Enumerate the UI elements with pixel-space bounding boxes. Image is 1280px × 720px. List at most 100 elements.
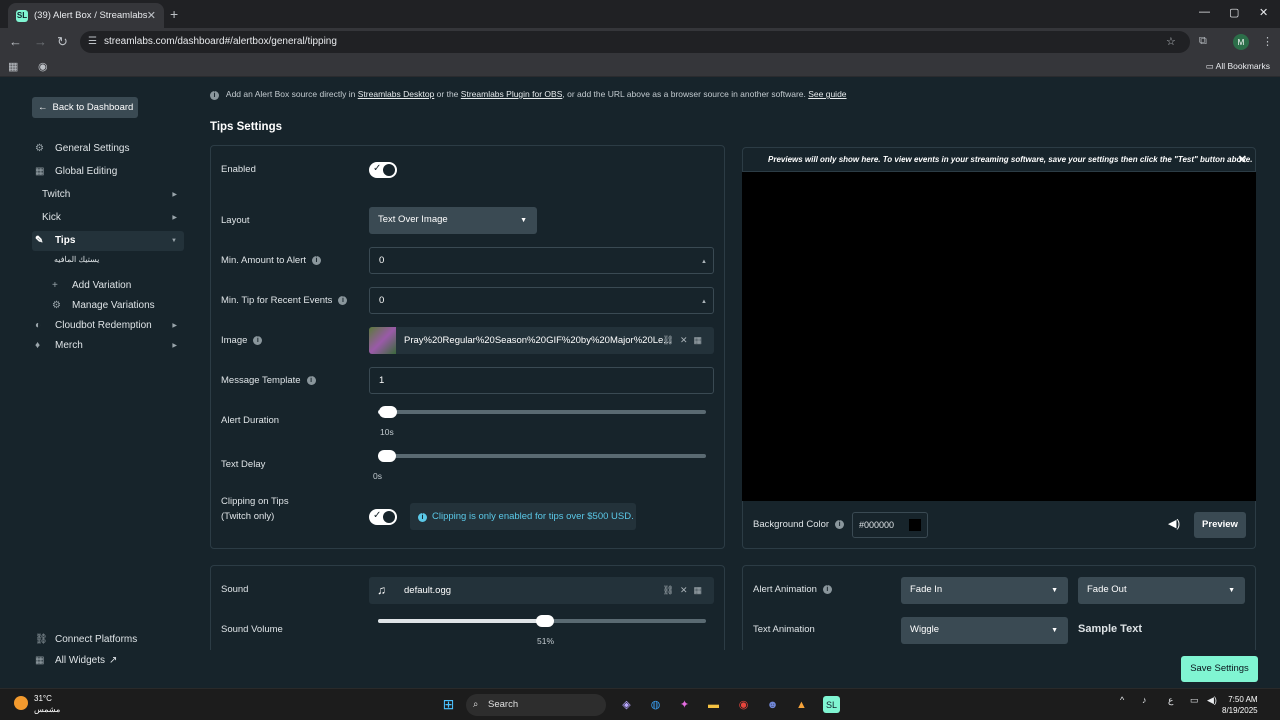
minimize-icon[interactable]: — [1199, 6, 1210, 18]
new-tab-button[interactable]: + [170, 6, 178, 22]
windows-start-icon[interactable]: ⊞ [440, 696, 457, 713]
message-template-input[interactable]: 1 [369, 367, 714, 394]
animation-out-select[interactable]: Fade Out ▼ [1078, 577, 1245, 604]
min-amount-input[interactable]: 0 ▲ [369, 247, 714, 274]
weather-widget[interactable]: 31°C مشمس [12, 693, 60, 715]
slider-thumb[interactable] [378, 406, 397, 418]
info-icon[interactable]: i [835, 520, 845, 529]
sidebar-item-merch[interactable]: ♦ Merch ▶ [35, 340, 183, 351]
sidebar-item-manage-variations[interactable]: ⚙ Manage Variations [52, 300, 200, 311]
info-icon[interactable]: i [312, 256, 322, 265]
back-to-dashboard-button[interactable]: ← Back to Dashboard [32, 97, 138, 118]
streamlabs-desktop-link[interactable]: Streamlabs Desktop [358, 89, 435, 99]
chrome-icon[interactable]: ◉ [735, 696, 752, 713]
edge-icon[interactable]: ◍ [647, 696, 664, 713]
animation-in-select[interactable]: Fade In ▼ [901, 577, 1068, 604]
back-arrow-icon[interactable]: ← [9, 34, 22, 49]
tab-search-icon[interactable]: ⧉ [1199, 35, 1207, 48]
color-swatch[interactable] [909, 519, 921, 531]
save-settings-button[interactable]: Save Settings [1181, 656, 1258, 682]
min-tip-input[interactable]: 0 ▲ [369, 287, 714, 314]
sidebar-item-variation[interactable]: يستيك المافيه [54, 255, 202, 264]
browser-tab[interactable]: SL (39) Alert Box / Streamlabs ✕ [8, 3, 164, 28]
chevron-right-icon: ▶ [172, 343, 177, 349]
sound-volume-label: Sound Volume [221, 624, 283, 635]
menu-kebab-icon[interactable]: ⋮ [1262, 35, 1273, 48]
slider-thumb[interactable] [536, 615, 555, 627]
layout-select[interactable]: Text Over Image ▼ [369, 207, 537, 234]
sidebar-item-general-settings[interactable]: ⚙ General Settings [35, 143, 183, 154]
info-icon[interactable]: i [338, 296, 348, 305]
enabled-toggle[interactable]: ✓ [369, 162, 397, 178]
sound-picker[interactable]: ♫ default.ogg ⛓✕▦ [369, 577, 714, 604]
speaker-icon[interactable]: ◀) [1168, 517, 1180, 530]
close-window-icon[interactable]: ✕ [1259, 6, 1268, 19]
clock[interactable]: 7:50 AM 8/19/2025 [1222, 694, 1258, 716]
spinner-icon[interactable]: ▲ [701, 250, 707, 275]
network-icon[interactable]: ▭ [1190, 695, 1199, 706]
chevron-down-icon: ▼ [171, 237, 177, 244]
bookmark-star-icon[interactable]: ☆ [1166, 35, 1176, 48]
file-explorer-icon[interactable]: ▬ [705, 696, 722, 713]
info-icon[interactable]: i [253, 336, 263, 345]
site-settings-icon[interactable]: ☰ [88, 31, 97, 53]
maximize-icon[interactable]: ▢ [1229, 6, 1239, 19]
clipping-label-1: Clipping on Tips [221, 496, 289, 507]
url-field[interactable]: ☰ streamlabs.com/dashboard#/alertbox/gen… [80, 31, 1190, 53]
sidebar-item-twitch[interactable]: Twitch ▶ [42, 189, 183, 200]
message-template-label: Message Template i [221, 375, 316, 386]
sidebar-item-add-variation[interactable]: + Add Variation [52, 280, 200, 291]
copilot-icon[interactable]: ✦ [676, 696, 693, 713]
text-delay-slider[interactable] [378, 450, 706, 462]
sidebar-item-cloudbot-redemption[interactable]: ◐ Cloudbot Redemption ▶ [35, 320, 183, 331]
taskbar-search[interactable]: ⌕ Search [466, 694, 606, 716]
preview-button[interactable]: Preview [1194, 512, 1246, 538]
sound-volume-slider[interactable] [378, 615, 706, 627]
external-link-icon: ↗ [109, 655, 118, 666]
alert-duration-slider[interactable] [378, 406, 706, 418]
info-icon[interactable]: i [822, 585, 832, 594]
all-bookmarks[interactable]: ▭ All Bookmarks [1206, 61, 1270, 72]
grid-icon: ▦ [35, 166, 45, 177]
spinner-icon[interactable]: ▲ [701, 290, 707, 315]
sidebar-item-tips[interactable]: ✎ Tips ▼ [35, 235, 183, 246]
image-picker[interactable]: Pray%20Regular%20Season%20GIF%20by%20Maj… [369, 327, 714, 354]
preview-notice-bar: Previews will only show here. To view ev… [742, 147, 1256, 172]
slider-thumb[interactable] [378, 450, 396, 462]
game-icon[interactable]: ◈ [618, 696, 635, 713]
volume-icon[interactable]: ◀) [1207, 695, 1217, 706]
sound-label: Sound [221, 584, 249, 595]
microphone-icon[interactable]: ♪ [1142, 695, 1147, 705]
link-icon[interactable]: ⛓ [663, 335, 680, 345]
info-icon[interactable]: i [306, 376, 316, 385]
globe-icon[interactable]: ◉ [38, 60, 48, 73]
gallery-icon[interactable]: ▦ [693, 585, 708, 595]
connect-platforms-link[interactable]: ⛓ Connect Platforms [35, 634, 183, 645]
see-guide-link[interactable]: See guide [808, 89, 846, 99]
forward-arrow-icon[interactable]: → [34, 34, 47, 49]
all-widgets-link[interactable]: ▦ All Widgets ↗ [35, 655, 183, 666]
obs-plugin-link[interactable]: Streamlabs Plugin for OBS [461, 89, 563, 99]
text-animation-select[interactable]: Wiggle ▼ [901, 617, 1068, 644]
windows-taskbar: 31°C مشمس ⊞ ⌕ Search ◈ ◍ ✦ ▬ ◉ ☻ ▲ SL ^ ♪… [0, 688, 1280, 720]
background-color-input[interactable]: #000000 [852, 512, 928, 538]
reload-icon[interactable]: ↻ [57, 34, 68, 50]
discord-icon[interactable]: ☻ [764, 696, 781, 713]
gallery-icon[interactable]: ▦ [693, 335, 708, 345]
app-icon[interactable]: ▲ [793, 696, 810, 713]
remove-icon[interactable]: ✕ [680, 335, 694, 345]
link-icon[interactable]: ⛓ [663, 585, 680, 595]
chevron-up-icon[interactable]: ^ [1120, 695, 1124, 705]
sound-actions: ⛓✕▦ [663, 577, 709, 604]
remove-icon[interactable]: ✕ [680, 585, 694, 595]
streamlabs-icon[interactable]: SL [823, 696, 840, 713]
close-icon[interactable]: ✕ [1238, 148, 1247, 172]
sound-filename: default.ogg [404, 585, 452, 596]
apps-grid-icon[interactable]: ▦ [8, 60, 18, 73]
clipping-toggle[interactable]: ✓ [369, 509, 397, 525]
sidebar-item-kick[interactable]: Kick ▶ [42, 212, 183, 223]
tab-close-icon[interactable]: ✕ [147, 9, 156, 22]
sidebar-item-global-editing[interactable]: ▦ Global Editing [35, 166, 183, 177]
profile-avatar[interactable]: M [1233, 34, 1249, 50]
language-indicator[interactable]: ع [1168, 695, 1173, 706]
